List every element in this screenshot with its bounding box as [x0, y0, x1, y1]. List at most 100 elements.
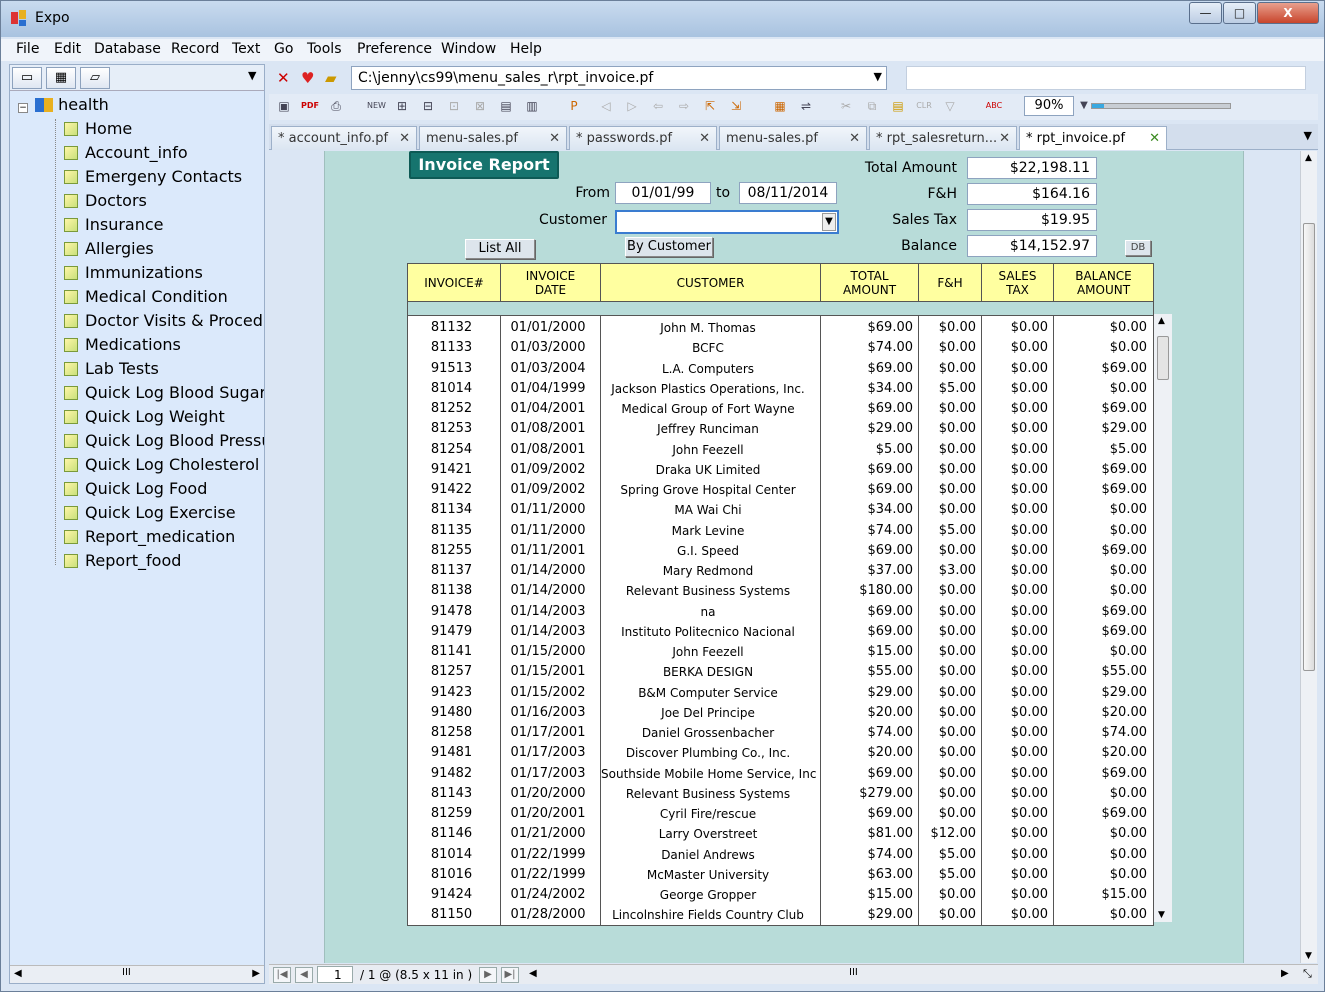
- insert-record-icon[interactable]: ⊞: [393, 97, 411, 115]
- table-row[interactable]: 81257 01/15/2001 BERKA DESIGN $55.00 $0.00 $0…: [408, 662, 1153, 682]
- tree-root[interactable]: − health: [18, 95, 109, 117]
- menu-help[interactable]: Help: [510, 41, 542, 57]
- folder-icon[interactable]: ▱: [80, 67, 110, 89]
- close-tab-icon[interactable]: ✕: [999, 131, 1010, 146]
- table-scroll-thumb[interactable]: [1157, 336, 1169, 380]
- tab-account-info[interactable]: * account_info.pf ✕: [271, 126, 417, 150]
- scroll-down-icon[interactable]: ▼: [1305, 951, 1312, 961]
- tree-item[interactable]: Emergeny Contacts: [64, 167, 242, 189]
- tree-item[interactable]: Quick Log Exercise: [64, 503, 236, 525]
- scroll-right-icon[interactable]: ▶: [252, 968, 260, 979]
- paragraph-icon[interactable]: P: [565, 97, 583, 115]
- prev-page-icon[interactable]: ◀: [295, 967, 313, 983]
- close-tab-icon[interactable]: ✕: [1149, 131, 1160, 146]
- table-row[interactable]: 91479 01/14/2003 Instituto Politecnico Nac…: [408, 622, 1153, 642]
- dropdown-icon[interactable]: ▼: [248, 69, 256, 82]
- cut-icon[interactable]: ✂: [837, 97, 855, 115]
- tab-rpt-invoice[interactable]: * rpt_invoice.pf ✕: [1019, 126, 1167, 150]
- tree-item[interactable]: Account_info: [64, 143, 188, 165]
- file-path-combobox[interactable]: C:\jenny\cs99\menu_sales_r\rpt_invoice.p…: [351, 66, 887, 90]
- tree-item[interactable]: Doctors: [64, 191, 147, 213]
- table-row[interactable]: 81150 01/28/2000 Lincolnshire Fields Count…: [408, 905, 1153, 925]
- table-row[interactable]: 81252 01/04/2001 Medical Group of Fort Way…: [408, 399, 1153, 419]
- table-row[interactable]: 91421 01/09/2002 Draka UK Limited $69.00 $0.…: [408, 460, 1153, 480]
- close-tab-icon[interactable]: ✕: [699, 131, 710, 146]
- menu-window[interactable]: Window: [441, 41, 496, 57]
- heart-icon[interactable]: ♥: [301, 69, 314, 87]
- db-button[interactable]: DB: [1125, 240, 1151, 256]
- menu-edit[interactable]: Edit: [54, 41, 81, 57]
- search-field[interactable]: [906, 66, 1306, 90]
- tree-item[interactable]: Insurance: [64, 215, 164, 237]
- print-icon[interactable]: ⎙: [327, 97, 345, 115]
- zoom-combobox[interactable]: 90%: [1024, 96, 1074, 116]
- nav-next-icon[interactable]: ▷: [623, 97, 641, 115]
- table-row[interactable]: 91481 01/17/2003 Discover Plumbing Co., In…: [408, 743, 1153, 763]
- table-scrollbar[interactable]: ▲ ▼: [1154, 314, 1172, 922]
- menu-text[interactable]: Text: [232, 41, 260, 57]
- copy-record-icon[interactable]: ⊡: [445, 97, 463, 115]
- list-all-button[interactable]: List All: [465, 239, 535, 259]
- link-icon[interactable]: ⇌: [797, 97, 815, 115]
- tree-item[interactable]: Medications: [64, 335, 181, 357]
- scroll-right-icon[interactable]: ▶: [1281, 968, 1289, 979]
- scroll-grip-icon[interactable]: III: [122, 967, 131, 978]
- next-page-icon[interactable]: ▶: [479, 967, 497, 983]
- tree-item[interactable]: Immunizations: [64, 263, 203, 285]
- close-tab-icon[interactable]: ✕: [849, 131, 860, 146]
- tree-item[interactable]: Quick Log Food: [64, 479, 207, 501]
- tab-rpt-salesreturn[interactable]: * rpt_salesreturn... ✕: [869, 126, 1017, 150]
- table-row[interactable]: 81146 01/21/2000 Larry Overstreet $81.00 $12…: [408, 824, 1153, 844]
- to-date-field[interactable]: 08/11/2014: [739, 182, 837, 204]
- pdf-icon[interactable]: PDF: [301, 97, 319, 115]
- append-record-icon[interactable]: ⊟: [419, 97, 437, 115]
- scroll-up-icon[interactable]: ▲: [1158, 316, 1165, 326]
- table-row[interactable]: 81141 01/15/2000 John Feezell $15.00 $0.00 $0…: [408, 642, 1153, 662]
- first-page-icon[interactable]: |◀: [273, 967, 291, 983]
- tree-item[interactable]: Quick Log Blood Sugar: [64, 383, 264, 405]
- customer-select[interactable]: ▼: [615, 210, 839, 234]
- table-row[interactable]: 91424 01/24/2002 George Gropper $15.00 $0.00…: [408, 885, 1153, 905]
- minimize-button[interactable]: —: [1189, 2, 1222, 24]
- table-row[interactable]: 81133 01/03/2000 BCFC $74.00 $0.00 $0.00 $0.00: [408, 338, 1153, 358]
- nav-top-icon[interactable]: ⇱: [701, 97, 719, 115]
- open-folder-icon[interactable]: ▰: [325, 69, 337, 87]
- tab-menu-sales-2[interactable]: menu-sales.pf ✕: [719, 126, 867, 150]
- table-row[interactable]: 81253 01/08/2001 Jeffrey Runciman $29.00 $0.…: [408, 419, 1153, 439]
- tab-menu-sales[interactable]: menu-sales.pf ✕: [419, 126, 567, 150]
- table-row[interactable]: 81132 01/01/2000 John M. Thomas $69.00 $0.00…: [408, 318, 1153, 338]
- menu-go[interactable]: Go: [274, 41, 293, 57]
- page-vertical-scrollbar[interactable]: ▲ ▼: [1300, 151, 1317, 963]
- grid-icon[interactable]: ▦: [46, 67, 76, 89]
- tree-item[interactable]: Quick Log Blood Pressur: [64, 431, 264, 453]
- from-date-field[interactable]: 01/01/99: [615, 182, 711, 204]
- layers-icon[interactable]: ▭: [12, 67, 42, 89]
- tree-item[interactable]: Doctor Visits & Procedur: [64, 311, 264, 333]
- menu-file[interactable]: File: [16, 41, 39, 57]
- menu-tools[interactable]: Tools: [307, 41, 342, 57]
- table-row[interactable]: 81255 01/11/2001 G.I. Speed $69.00 $0.00 $0.0…: [408, 541, 1153, 561]
- save-icon[interactable]: ▣: [275, 97, 293, 115]
- table-row[interactable]: 91478 01/14/2003 na $69.00 $0.00 $0.00 $69.00: [408, 602, 1153, 622]
- table-row[interactable]: 81014 01/04/1999 Jackson Plastics Operatio…: [408, 379, 1153, 399]
- table-row[interactable]: 91422 01/09/2002 Spring Grove Hospital Cen…: [408, 480, 1153, 500]
- chevron-down-icon[interactable]: ▼: [822, 213, 836, 231]
- table-row[interactable]: 91513 01/03/2004 L.A. Computers $69.00 $0.00…: [408, 359, 1153, 379]
- tab-passwords[interactable]: * passwords.pf ✕: [569, 126, 717, 150]
- last-page-icon[interactable]: ▶|: [501, 967, 519, 983]
- tree-item[interactable]: Home: [64, 119, 132, 141]
- scroll-down-icon[interactable]: ▼: [1158, 910, 1165, 920]
- scroll-grip-icon[interactable]: III: [849, 967, 858, 978]
- table-row[interactable]: 81254 01/08/2001 John Feezell $5.00 $0.00 $0.…: [408, 440, 1153, 460]
- by-customer-button[interactable]: By Customer: [625, 237, 713, 257]
- tree-item[interactable]: Report_medication: [64, 527, 235, 549]
- nav-bottom-icon[interactable]: ⇲: [727, 97, 745, 115]
- table-row[interactable]: 81135 01/11/2000 Mark Levine $74.00 $5.00 $0.…: [408, 521, 1153, 541]
- spellcheck-icon[interactable]: ABC: [985, 97, 1003, 115]
- menu-preference[interactable]: Preference: [357, 41, 432, 57]
- tree-item[interactable]: Allergies: [64, 239, 154, 261]
- table-view-icon[interactable]: ▤: [497, 97, 515, 115]
- scroll-left-icon[interactable]: ◀: [529, 968, 537, 979]
- table-row[interactable]: 81134 01/11/2000 MA Wai Chi $34.00 $0.00 $0.0…: [408, 500, 1153, 520]
- page-scroll-thumb[interactable]: [1303, 223, 1315, 671]
